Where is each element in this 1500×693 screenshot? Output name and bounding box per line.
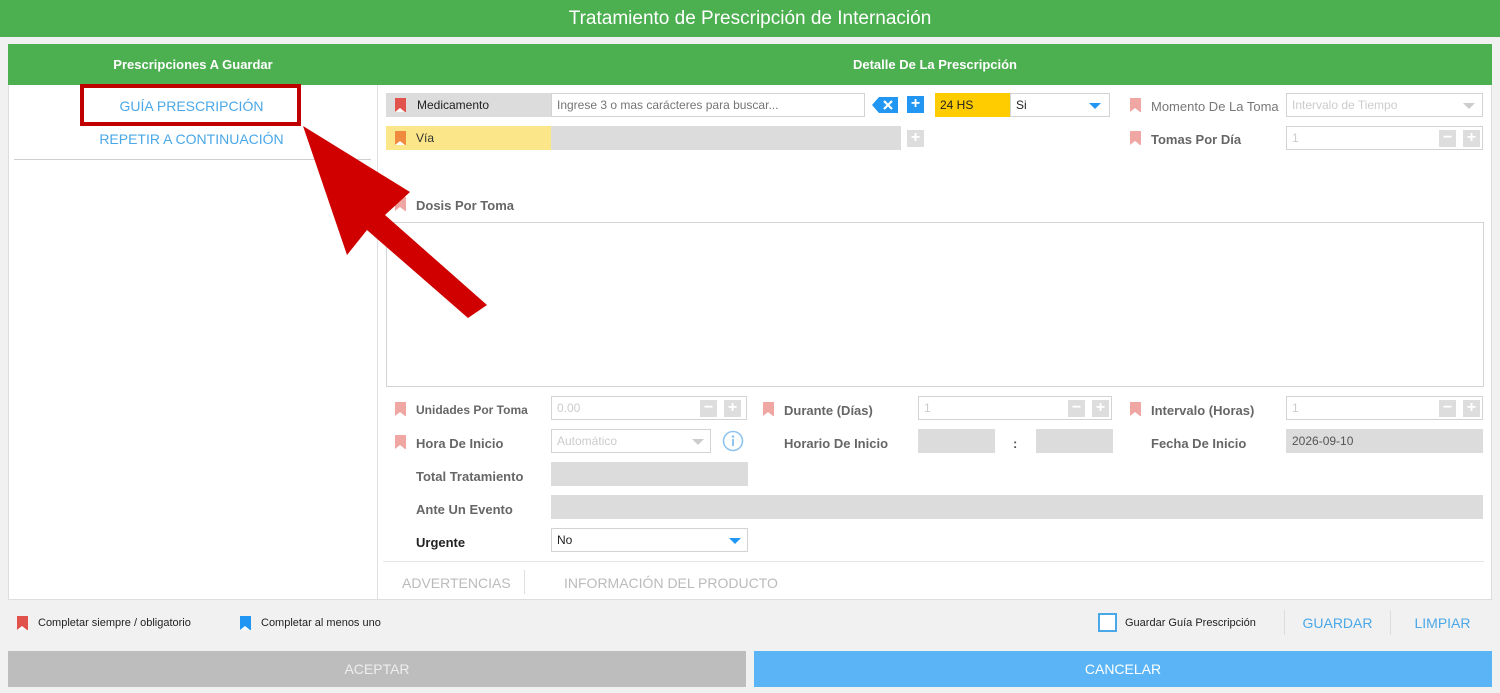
chevron-down-icon [692, 439, 704, 445]
plus-icon[interactable]: + [1463, 130, 1480, 147]
fecha-inicio-input[interactable]: 2026-09-10 [1286, 429, 1483, 453]
unidades-stepper[interactable]: 0.00 [551, 396, 747, 420]
tabs-divider [383, 561, 1484, 562]
tab-informacion-producto[interactable]: INFORMACIÓN DEL PRODUCTO [564, 575, 778, 591]
plus-icon[interactable]: + [1092, 400, 1109, 417]
annotation-highlight-box [80, 84, 301, 126]
add-via-icon[interactable]: + [907, 130, 924, 147]
fecha-inicio-label: Fecha De Inicio [1151, 436, 1247, 451]
cancelar-button[interactable]: CANCELAR [754, 651, 1492, 687]
total-input [551, 462, 748, 486]
left-panel-header: Prescripciones A Guardar [113, 57, 273, 72]
limpiar-button[interactable]: LIMPIAR [1400, 615, 1485, 631]
horario-minutes-input[interactable] [1036, 429, 1113, 453]
minus-icon[interactable]: − [700, 400, 717, 417]
info-icon[interactable] [722, 430, 744, 452]
at-least-one-legend-label: Completar al menos uno [261, 617, 381, 629]
unidades-label: Unidades Por Toma [416, 403, 528, 417]
via-input[interactable] [551, 126, 901, 150]
evento-input[interactable] [551, 495, 1483, 519]
repetir-button[interactable]: REPETIR A CONTINUACIÓN [84, 131, 299, 147]
intervalo-label: Intervalo (Horas) [1151, 403, 1255, 418]
minus-icon[interactable]: − [1439, 400, 1456, 417]
urgente-label: Urgente [416, 535, 466, 550]
mandatory-bookmark-icon [763, 402, 774, 416]
guardar-button[interactable]: GUARDAR [1295, 615, 1380, 631]
time-separator: : [1013, 436, 1018, 451]
momento-select[interactable]: Intervalo de Tiempo [1286, 93, 1483, 117]
footer-divider [1284, 610, 1285, 635]
chevron-down-icon [1463, 103, 1475, 109]
mandatory-bookmark-icon [395, 98, 406, 112]
plus-icon[interactable]: + [724, 400, 741, 417]
urgente-select[interactable]: No [551, 528, 748, 552]
footer-divider [1390, 610, 1391, 635]
panel-header: Prescripciones A Guardar Detalle De La P… [8, 44, 1492, 85]
clear-backspace-icon[interactable] [872, 96, 899, 114]
add-medicamento-icon[interactable]: + [907, 96, 924, 113]
aceptar-button[interactable]: ACEPTAR [8, 651, 746, 687]
tab-advertencias[interactable]: ADVERTENCIAS [402, 575, 511, 591]
horario-inicio-label: Horario De Inicio [784, 436, 889, 451]
chevron-down-icon [1089, 103, 1101, 109]
mandatory-bookmark-icon [395, 402, 406, 416]
tomas-label: Tomas Por Día [1151, 132, 1242, 147]
annotation-arrow-icon [303, 126, 487, 318]
mandatory-bookmark-icon [395, 435, 406, 449]
minus-icon[interactable]: − [1439, 130, 1456, 147]
hs-badge: 24 HS [935, 93, 1010, 117]
window-title: Tratamiento de Prescripción de Internaci… [0, 0, 1500, 37]
hora-inicio-select[interactable]: Automático [551, 429, 711, 453]
plus-icon[interactable]: + [1463, 400, 1480, 417]
mandatory-legend-icon [17, 616, 28, 630]
evento-label: Ante Un Evento [416, 502, 513, 517]
guardar-guia-checkbox[interactable] [1098, 613, 1117, 632]
medicamento-search-input[interactable] [551, 93, 865, 117]
mandatory-bookmark-icon [1130, 402, 1141, 416]
durante-label: Durante (Días) [784, 403, 873, 418]
at-least-one-legend-icon [240, 616, 251, 630]
horario-hours-input[interactable] [918, 429, 995, 453]
total-label: Total Tratamiento [416, 469, 524, 484]
mandatory-bookmark-icon [1130, 98, 1141, 112]
detail-header: Detalle De La Prescripción [852, 57, 1017, 72]
momento-label: Momento De La Toma [1151, 99, 1279, 114]
chevron-down-icon [729, 538, 741, 544]
guardar-guia-label: Guardar Guía Prescripción [1125, 617, 1256, 629]
minus-icon[interactable]: − [1068, 400, 1085, 417]
tab-divider [524, 570, 525, 594]
hora-inicio-label: Hora De Inicio [416, 436, 504, 451]
dosis-textarea[interactable] [386, 222, 1484, 387]
medicamento-label-box: Medicamento [386, 93, 551, 117]
mandatory-legend-label: Completar siempre / obligatorio [38, 617, 191, 629]
mandatory-bookmark-icon [1130, 131, 1141, 145]
